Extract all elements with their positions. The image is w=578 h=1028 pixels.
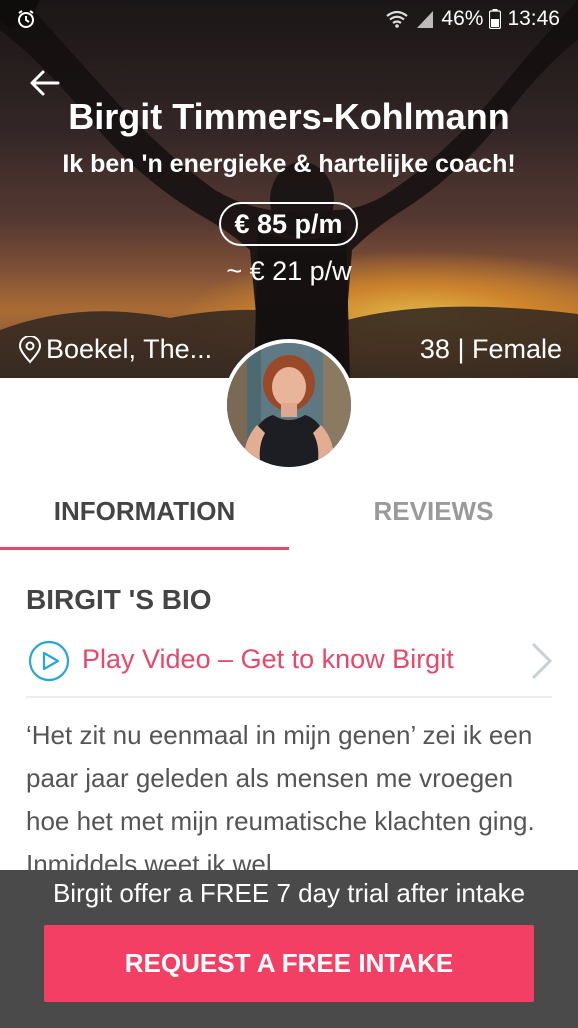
coach-name: Birgit Timmers-Kohlmann (68, 96, 510, 137)
price-week: ~ € 21 p/w (226, 256, 352, 286)
tab-reviews[interactable]: REVIEWS (289, 496, 578, 527)
status-right-group: 46% 13:46 (385, 7, 560, 31)
bio-heading: BIRGIT 'S BIO (26, 584, 212, 615)
bio-text: ‘Het zit nu eenmaal in mijn genen’ zei i… (26, 720, 535, 879)
coach-tagline: Ik ben 'n energieke & hartelijke coach! (62, 150, 516, 178)
location-pin-icon (18, 335, 42, 364)
battery-icon (489, 9, 502, 29)
active-tab-indicator (0, 547, 289, 550)
alarm-icon (18, 10, 34, 28)
chevron-right-icon (532, 643, 553, 679)
location: Boekel, The... (18, 334, 212, 365)
divider (26, 696, 552, 698)
play-video-label: Play Video – Get to know Birgit (82, 644, 454, 674)
play-circle-icon (28, 640, 70, 682)
tab-information[interactable]: INFORMATION (0, 496, 289, 527)
hero-overlay (0, 0, 578, 378)
price-month-badge: € 85 p/m (219, 202, 358, 246)
status-time: 13:46 (507, 7, 560, 30)
back-arrow-icon[interactable] (28, 66, 62, 100)
status-bar: 46% 13:46 (0, 0, 578, 38)
play-video-row[interactable]: Play Video – Get to know Birgit (26, 636, 554, 686)
trial-offer-text: Birgit offer a FREE 7 day trial after in… (52, 878, 526, 908)
hero-banner (0, 0, 578, 378)
location-text: Boekel, The... (46, 334, 213, 364)
avatar-photo (227, 343, 351, 467)
signal-icon (417, 11, 434, 28)
battery-percent: 46% (441, 7, 484, 30)
bottom-action-bar: Birgit offer a FREE 7 day trial after in… (0, 870, 578, 1028)
wifi-icon (386, 10, 409, 28)
request-intake-button[interactable]: REQUEST A FREE INTAKE (44, 925, 534, 1002)
age-gender: 38 | Female (419, 334, 562, 364)
avatar[interactable] (223, 339, 355, 471)
tab-bar: INFORMATION REVIEWS (0, 480, 578, 550)
